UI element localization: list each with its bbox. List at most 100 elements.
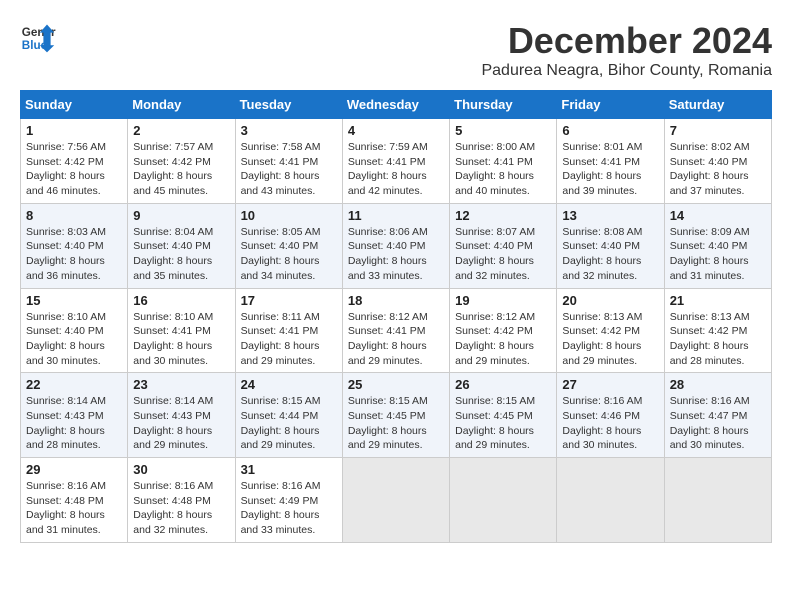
calendar-cell: 12 Sunrise: 8:07 AMSunset: 4:40 PMDayligh… (450, 203, 557, 288)
day-info: Sunrise: 7:57 AMSunset: 4:42 PMDaylight:… (133, 140, 229, 199)
calendar-week-0: 1 Sunrise: 7:56 AMSunset: 4:42 PMDaylight… (21, 119, 772, 204)
calendar-cell (342, 458, 449, 543)
page-header: General Blue December 2024 Padurea Neagr… (20, 20, 772, 80)
day-info: Sunrise: 8:09 AMSunset: 4:40 PMDaylight:… (670, 225, 766, 284)
day-info: Sunrise: 8:16 AMSunset: 4:49 PMDaylight:… (241, 479, 337, 538)
day-info: Sunrise: 8:06 AMSunset: 4:40 PMDaylight:… (348, 225, 444, 284)
day-info: Sunrise: 7:58 AMSunset: 4:41 PMDaylight:… (241, 140, 337, 199)
day-info: Sunrise: 8:03 AMSunset: 4:40 PMDaylight:… (26, 225, 122, 284)
calendar-cell: 29 Sunrise: 8:16 AMSunset: 4:48 PMDayligh… (21, 458, 128, 543)
calendar-cell (664, 458, 771, 543)
calendar-cell: 31 Sunrise: 8:16 AMSunset: 4:49 PMDayligh… (235, 458, 342, 543)
day-info: Sunrise: 8:16 AMSunset: 4:46 PMDaylight:… (562, 394, 658, 453)
calendar-cell: 27 Sunrise: 8:16 AMSunset: 4:46 PMDayligh… (557, 373, 664, 458)
day-number: 16 (133, 293, 229, 308)
calendar-cell: 23Sunrise: 8:14 AMSunset: 4:43 PMDayligh… (128, 373, 235, 458)
day-info: Sunrise: 8:16 AMSunset: 4:48 PMDaylight:… (26, 479, 122, 538)
day-info: Sunrise: 8:00 AMSunset: 4:41 PMDaylight:… (455, 140, 551, 199)
day-info: Sunrise: 8:13 AMSunset: 4:42 PMDaylight:… (670, 310, 766, 369)
day-info: Sunrise: 8:14 AMSunset: 4:43 PMDaylight:… (133, 394, 229, 453)
day-info: Sunrise: 8:02 AMSunset: 4:40 PMDaylight:… (670, 140, 766, 199)
day-number: 21 (670, 293, 766, 308)
day-number: 31 (241, 462, 337, 477)
day-number: 11 (348, 208, 444, 223)
day-number: 12 (455, 208, 551, 223)
calendar-cell: 21 Sunrise: 8:13 AMSunset: 4:42 PMDayligh… (664, 288, 771, 373)
day-number: 28 (670, 377, 766, 392)
day-number: 8 (26, 208, 122, 223)
calendar-cell: 15 Sunrise: 8:10 AMSunset: 4:40 PMDayligh… (21, 288, 128, 373)
calendar-cell (557, 458, 664, 543)
calendar-cell: 16 Sunrise: 8:10 AMSunset: 4:41 PMDayligh… (128, 288, 235, 373)
day-info: Sunrise: 8:12 AMSunset: 4:42 PMDaylight:… (455, 310, 551, 369)
day-number: 6 (562, 123, 658, 138)
calendar-cell: 18 Sunrise: 8:12 AMSunset: 4:41 PMDayligh… (342, 288, 449, 373)
calendar-cell: 13Sunrise: 8:08 AMSunset: 4:40 PMDayligh… (557, 203, 664, 288)
day-info: Sunrise: 8:11 AMSunset: 4:41 PMDaylight:… (241, 310, 337, 369)
day-number: 13 (562, 208, 658, 223)
day-number: 3 (241, 123, 337, 138)
day-info: Sunrise: 8:13 AMSunset: 4:42 PMDaylight:… (562, 310, 658, 369)
day-number: 19 (455, 293, 551, 308)
day-number: 26 (455, 377, 551, 392)
day-number: 24 (241, 377, 337, 392)
day-number: 7 (670, 123, 766, 138)
calendar-cell: 3 Sunrise: 7:58 AMSunset: 4:41 PMDaylight… (235, 119, 342, 204)
calendar-cell: 17 Sunrise: 8:11 AMSunset: 4:41 PMDayligh… (235, 288, 342, 373)
calendar-body: 1 Sunrise: 7:56 AMSunset: 4:42 PMDaylight… (21, 119, 772, 543)
day-number: 1 (26, 123, 122, 138)
day-info: Sunrise: 8:15 AMSunset: 4:44 PMDaylight:… (241, 394, 337, 453)
calendar-cell: 14 Sunrise: 8:09 AMSunset: 4:40 PMDayligh… (664, 203, 771, 288)
calendar-cell: 26 Sunrise: 8:15 AMSunset: 4:45 PMDayligh… (450, 373, 557, 458)
calendar-cell: 22Sunrise: 8:14 AMSunset: 4:43 PMDayligh… (21, 373, 128, 458)
calendar-cell: 6 Sunrise: 8:01 AMSunset: 4:41 PMDaylight… (557, 119, 664, 204)
day-info: Sunrise: 8:07 AMSunset: 4:40 PMDaylight:… (455, 225, 551, 284)
calendar-cell: 20 Sunrise: 8:13 AMSunset: 4:42 PMDayligh… (557, 288, 664, 373)
calendar-header-row: SundayMondayTuesdayWednesdayThursdayFrid… (21, 91, 772, 119)
calendar-cell: 24 Sunrise: 8:15 AMSunset: 4:44 PMDayligh… (235, 373, 342, 458)
calendar-cell: 2Sunrise: 7:57 AMSunset: 4:42 PMDaylight… (128, 119, 235, 204)
day-number: 18 (348, 293, 444, 308)
calendar-week-3: 22Sunrise: 8:14 AMSunset: 4:43 PMDayligh… (21, 373, 772, 458)
day-number: 17 (241, 293, 337, 308)
day-info: Sunrise: 8:15 AMSunset: 4:45 PMDaylight:… (455, 394, 551, 453)
calendar-header-thursday: Thursday (450, 91, 557, 119)
logo-icon: General Blue (20, 20, 56, 56)
day-info: Sunrise: 8:04 AMSunset: 4:40 PMDaylight:… (133, 225, 229, 284)
day-number: 5 (455, 123, 551, 138)
day-number: 4 (348, 123, 444, 138)
calendar-cell: 10 Sunrise: 8:05 AMSunset: 4:40 PMDayligh… (235, 203, 342, 288)
day-number: 27 (562, 377, 658, 392)
calendar-cell: 5 Sunrise: 8:00 AMSunset: 4:41 PMDaylight… (450, 119, 557, 204)
day-info: Sunrise: 8:10 AMSunset: 4:40 PMDaylight:… (26, 310, 122, 369)
day-info: Sunrise: 7:56 AMSunset: 4:42 PMDaylight:… (26, 140, 122, 199)
day-number: 30 (133, 462, 229, 477)
day-number: 9 (133, 208, 229, 223)
calendar-week-2: 15 Sunrise: 8:10 AMSunset: 4:40 PMDayligh… (21, 288, 772, 373)
calendar-header-sunday: Sunday (21, 91, 128, 119)
calendar-cell: 19 Sunrise: 8:12 AMSunset: 4:42 PMDayligh… (450, 288, 557, 373)
day-info: Sunrise: 8:01 AMSunset: 4:41 PMDaylight:… (562, 140, 658, 199)
calendar-cell: 9 Sunrise: 8:04 AMSunset: 4:40 PMDaylight… (128, 203, 235, 288)
day-number: 15 (26, 293, 122, 308)
day-number: 10 (241, 208, 337, 223)
calendar-header-wednesday: Wednesday (342, 91, 449, 119)
calendar-cell: 30Sunrise: 8:16 AMSunset: 4:48 PMDayligh… (128, 458, 235, 543)
calendar-header-friday: Friday (557, 91, 664, 119)
calendar-cell: 1 Sunrise: 7:56 AMSunset: 4:42 PMDaylight… (21, 119, 128, 204)
calendar-week-1: 8 Sunrise: 8:03 AMSunset: 4:40 PMDaylight… (21, 203, 772, 288)
calendar-week-4: 29 Sunrise: 8:16 AMSunset: 4:48 PMDayligh… (21, 458, 772, 543)
day-number: 29 (26, 462, 122, 477)
calendar-cell: 8 Sunrise: 8:03 AMSunset: 4:40 PMDaylight… (21, 203, 128, 288)
calendar-cell: 4 Sunrise: 7:59 AMSunset: 4:41 PMDaylight… (342, 119, 449, 204)
day-info: Sunrise: 8:12 AMSunset: 4:41 PMDaylight:… (348, 310, 444, 369)
calendar-header-tuesday: Tuesday (235, 91, 342, 119)
day-info: Sunrise: 8:05 AMSunset: 4:40 PMDaylight:… (241, 225, 337, 284)
calendar-cell: 11 Sunrise: 8:06 AMSunset: 4:40 PMDayligh… (342, 203, 449, 288)
svg-text:General: General (22, 26, 56, 39)
day-info: Sunrise: 7:59 AMSunset: 4:41 PMDaylight:… (348, 140, 444, 199)
day-number: 14 (670, 208, 766, 223)
day-info: Sunrise: 8:10 AMSunset: 4:41 PMDaylight:… (133, 310, 229, 369)
day-number: 20 (562, 293, 658, 308)
day-info: Sunrise: 8:16 AMSunset: 4:47 PMDaylight:… (670, 394, 766, 453)
